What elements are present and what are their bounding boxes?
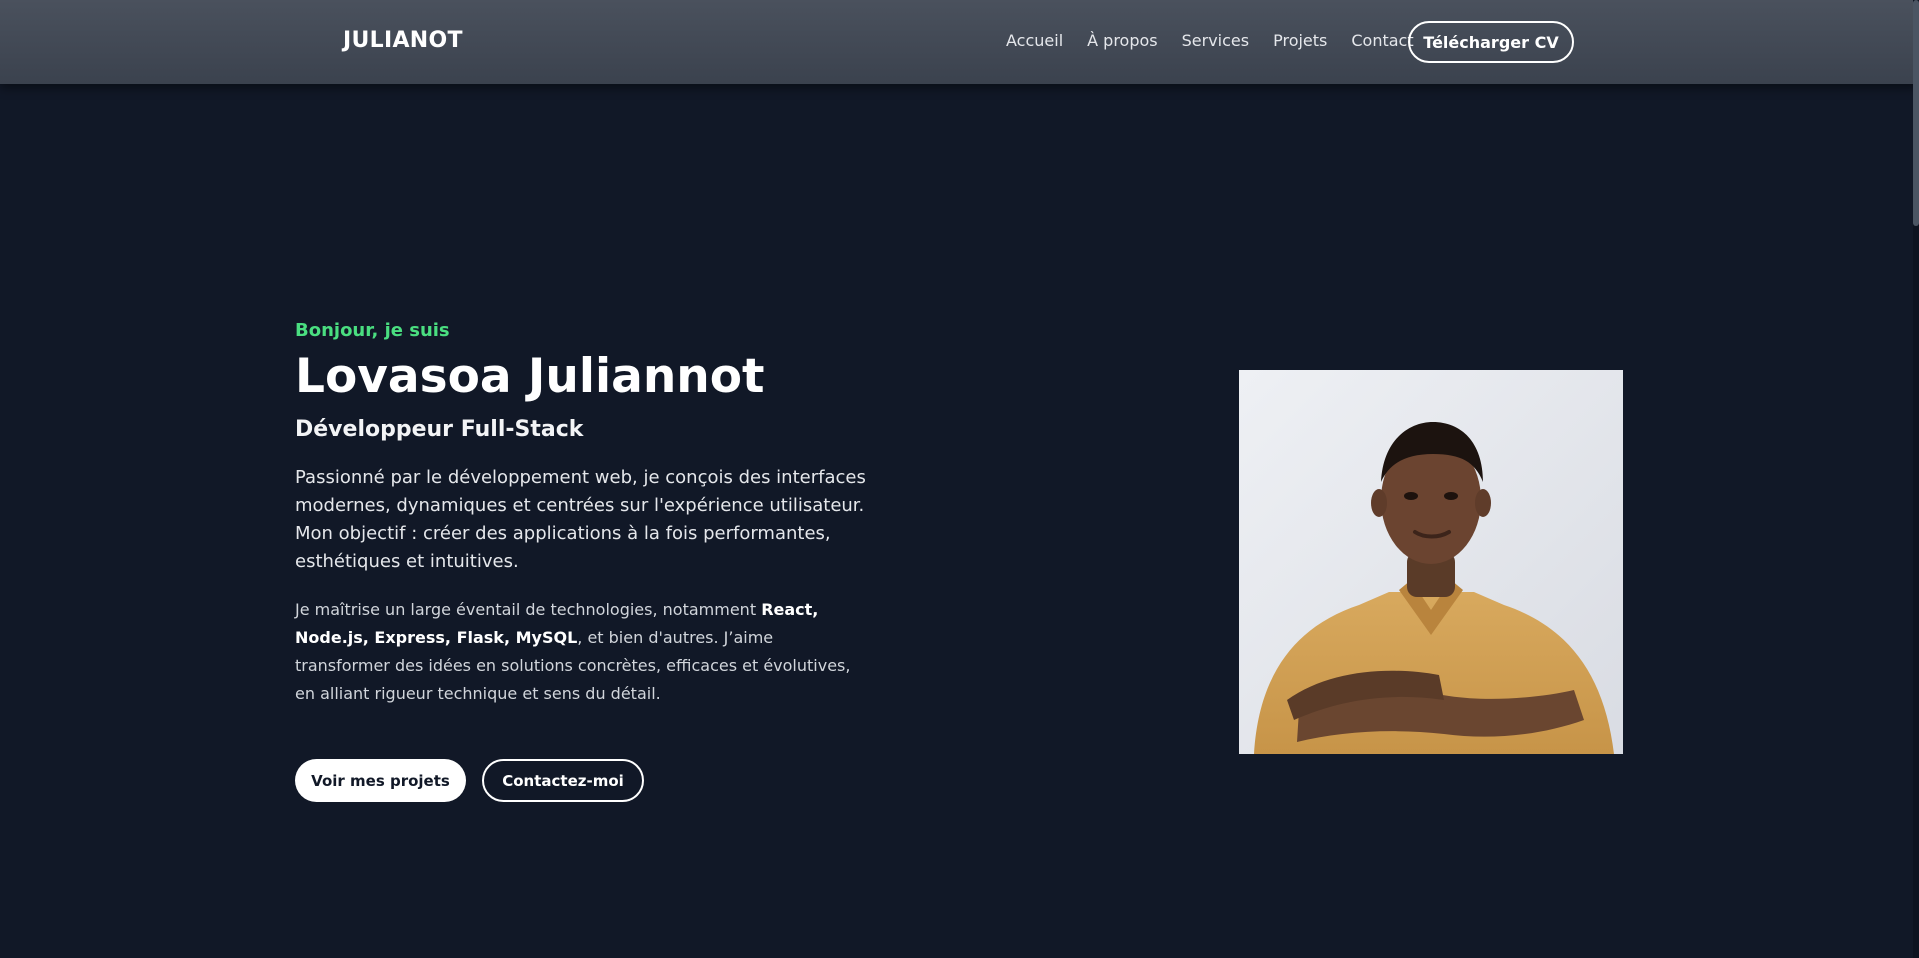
nav-link-projets[interactable]: Projets: [1273, 31, 1327, 50]
nav-link-a-propos[interactable]: À propos: [1087, 31, 1157, 50]
hero-greeting: Bonjour, je suis: [295, 320, 450, 341]
nav-link-accueil[interactable]: Accueil: [1006, 31, 1063, 50]
site-logo[interactable]: JULIANOT: [343, 28, 463, 53]
profile-photo: [1239, 370, 1623, 754]
hero-intro: Passionné par le développement web, je c…: [295, 466, 866, 572]
portrait-photo: [1239, 370, 1623, 754]
contact-me-button[interactable]: Contactez-moi: [482, 759, 644, 802]
hero-role: Développeur Full-Stack: [295, 416, 584, 442]
view-projects-button[interactable]: Voir mes projets: [295, 759, 466, 802]
hero-skills: Je maîtrise un large éventail de technol…: [295, 596, 870, 708]
scrollbar-thumb[interactable]: [1913, 0, 1919, 226]
hero-name: Lovasoa Juliannot: [295, 349, 765, 404]
nav-link-contact[interactable]: Contact: [1351, 31, 1413, 50]
download-cv-button[interactable]: Télécharger CV: [1408, 21, 1574, 63]
nav-link-services[interactable]: Services: [1182, 31, 1249, 50]
hero-section: Bonjour, je suis Lovasoa Juliannot Dével…: [295, 320, 875, 708]
navbar: JULIANOT Accueil À propos Services Proje…: [0, 0, 1919, 84]
skills-prefix: Je maîtrise un large éventail de technol…: [295, 599, 762, 619]
hero-actions: Voir mes projets Contactez-moi: [295, 759, 644, 802]
main-nav: Accueil À propos Services Projets Contac…: [1006, 31, 1414, 50]
page-scrollbar[interactable]: [1913, 0, 1919, 958]
